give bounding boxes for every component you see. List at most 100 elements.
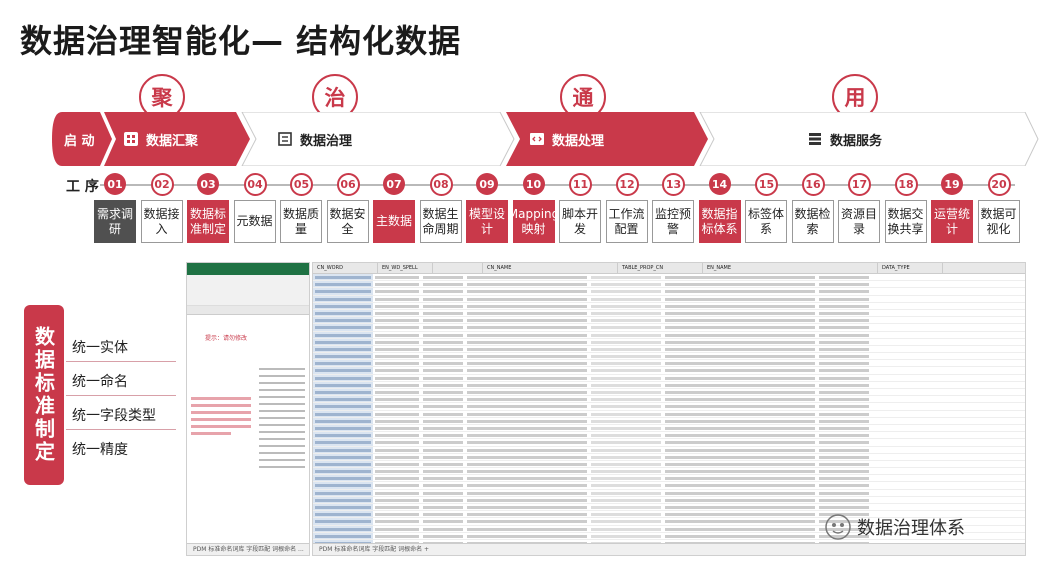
column-header-cell[interactable]: TABLE_PROP_CN bbox=[618, 263, 703, 273]
list-icon bbox=[278, 132, 292, 146]
spreadsheet-main: CN_WORD EN_WD_SPELL CN_NAME TABLE_PROP_CN EN… bbox=[312, 262, 1026, 556]
step-box-18: 数据交换共享 bbox=[884, 200, 927, 243]
watermark: 数据治理体系 bbox=[825, 514, 965, 540]
sheet-text-column bbox=[259, 363, 305, 473]
step-box-19: 运营统计 bbox=[931, 200, 973, 243]
segment-process: 数据处理 bbox=[530, 112, 604, 166]
stage-char: 聚 bbox=[151, 86, 173, 110]
table-row bbox=[313, 447, 1025, 454]
column-header: CN_WORD EN_WD_SPELL CN_NAME TABLE_PROP_CN EN… bbox=[313, 263, 1025, 274]
spreadsheet-small: 提示：请勿修改 PDM 标准命名词库 字段匹配 词根命名 ... bbox=[186, 262, 310, 556]
step-number-13: 13 bbox=[662, 173, 685, 196]
table-row bbox=[313, 490, 1025, 497]
segment-process-label: 数据处理 bbox=[552, 133, 605, 149]
table-row bbox=[313, 339, 1025, 346]
table-row bbox=[313, 346, 1025, 354]
bullet-entity: 统一实体 bbox=[72, 340, 128, 356]
step-number-18: 18 bbox=[894, 173, 918, 196]
server-icon bbox=[809, 133, 821, 145]
step-number-02: 02 bbox=[150, 173, 174, 196]
step-box-01: 需求调研 bbox=[94, 200, 136, 243]
table-row bbox=[313, 274, 1025, 282]
code-icon bbox=[530, 133, 544, 145]
step-box-12: 工作流配置 bbox=[605, 200, 648, 243]
step-number-10: 10 bbox=[522, 173, 545, 195]
table-row bbox=[313, 439, 1025, 447]
table-row bbox=[313, 367, 1025, 375]
bullet-divider bbox=[66, 395, 176, 396]
table-row bbox=[313, 281, 1025, 289]
step-number-12: 12 bbox=[615, 173, 639, 196]
segment-govern: 数据治理 bbox=[278, 112, 352, 166]
step-box-02: 数据接入 bbox=[140, 200, 183, 243]
table-row bbox=[313, 425, 1025, 433]
process-timeline bbox=[100, 184, 1015, 186]
table-row bbox=[313, 375, 1025, 382]
step-number-11: 11 bbox=[569, 173, 592, 196]
segment-govern-label: 数据治理 bbox=[300, 133, 353, 149]
segment-service: 数据服务 bbox=[808, 112, 882, 166]
step-number-05: 05 bbox=[290, 173, 313, 196]
step-number-09: 09 bbox=[476, 173, 498, 195]
table-row bbox=[313, 468, 1025, 476]
step-number-07: 07 bbox=[383, 173, 405, 195]
step-box-11: 脚本开发 bbox=[559, 200, 601, 243]
step-number-16: 16 bbox=[801, 173, 825, 196]
step-box-13: 监控预警 bbox=[652, 200, 694, 243]
bullet-field-type: 统一字段类型 bbox=[72, 408, 156, 424]
table-row bbox=[313, 360, 1025, 368]
bullet-precision: 统一精度 bbox=[72, 442, 128, 458]
stage-char: 用 bbox=[844, 86, 866, 110]
sheet-tabs[interactable]: PDM 标准命名词库 字段匹配 词根命名 ... bbox=[187, 543, 309, 555]
table-row bbox=[313, 288, 1025, 296]
stage-char: 治 bbox=[324, 86, 346, 110]
step-box-09: 模型设计 bbox=[466, 200, 508, 243]
step-number-03: 03 bbox=[197, 173, 219, 195]
table-row bbox=[313, 454, 1025, 461]
bullet-naming: 统一命名 bbox=[72, 374, 128, 390]
grid-icon bbox=[124, 132, 138, 146]
table-row bbox=[313, 296, 1025, 303]
column-header-cell[interactable]: EN_NAME bbox=[703, 263, 878, 273]
segment-gather: 数据汇聚 bbox=[124, 112, 198, 166]
column-header-cell[interactable]: CN_WORD bbox=[313, 263, 378, 273]
sheet-tabs[interactable]: PDM 标准命名词库 字段匹配 词根命名 + bbox=[313, 543, 1025, 555]
table-row bbox=[313, 497, 1025, 504]
step-box-05: 数据质量 bbox=[280, 200, 322, 243]
excel-ribbon bbox=[187, 263, 309, 275]
step-number-17: 17 bbox=[848, 173, 871, 196]
table-row bbox=[313, 475, 1025, 483]
step-number-06: 06 bbox=[336, 173, 360, 196]
table-row bbox=[313, 403, 1025, 411]
column-header-cell[interactable]: DATA_TYPE bbox=[878, 263, 943, 273]
column-header-cell[interactable]: CN_NAME bbox=[483, 263, 618, 273]
table-row bbox=[313, 389, 1025, 397]
process-label: 工 序 bbox=[66, 179, 99, 195]
side-label-standard: 数据标准制定 bbox=[24, 305, 64, 485]
table-row bbox=[313, 482, 1025, 490]
step-box-08: 数据生命周期 bbox=[419, 200, 462, 243]
step-number-14: 14 bbox=[708, 173, 731, 195]
step-box-17: 资源目录 bbox=[838, 200, 880, 243]
step-box-06: 数据安全 bbox=[326, 200, 369, 243]
step-number-20: 20 bbox=[987, 173, 1011, 196]
sheet-note: 提示：请勿修改 bbox=[205, 335, 248, 342]
page-title: 数据治理智能化— 结构化数据 bbox=[20, 22, 462, 60]
column-header-cell[interactable]: EN_WD_SPELL bbox=[378, 263, 433, 273]
step-box-10: Mapping映射 bbox=[508, 200, 559, 243]
column-header-cell[interactable] bbox=[433, 263, 483, 273]
wechat-icon bbox=[825, 514, 851, 540]
start-label: 启 动 bbox=[64, 133, 95, 149]
table-row bbox=[313, 303, 1025, 310]
excel-toolbar bbox=[187, 275, 309, 306]
step-number-15: 15 bbox=[755, 173, 778, 196]
step-number-01: 01 bbox=[104, 173, 126, 195]
step-box-03: 数据标准制定 bbox=[187, 200, 229, 243]
table-row bbox=[313, 332, 1025, 339]
segment-gather-label: 数据汇聚 bbox=[146, 133, 199, 149]
table-row bbox=[313, 411, 1025, 418]
table-row bbox=[313, 418, 1025, 425]
table-row bbox=[313, 324, 1025, 332]
step-number-19: 19 bbox=[941, 173, 963, 195]
table-row bbox=[313, 353, 1025, 361]
